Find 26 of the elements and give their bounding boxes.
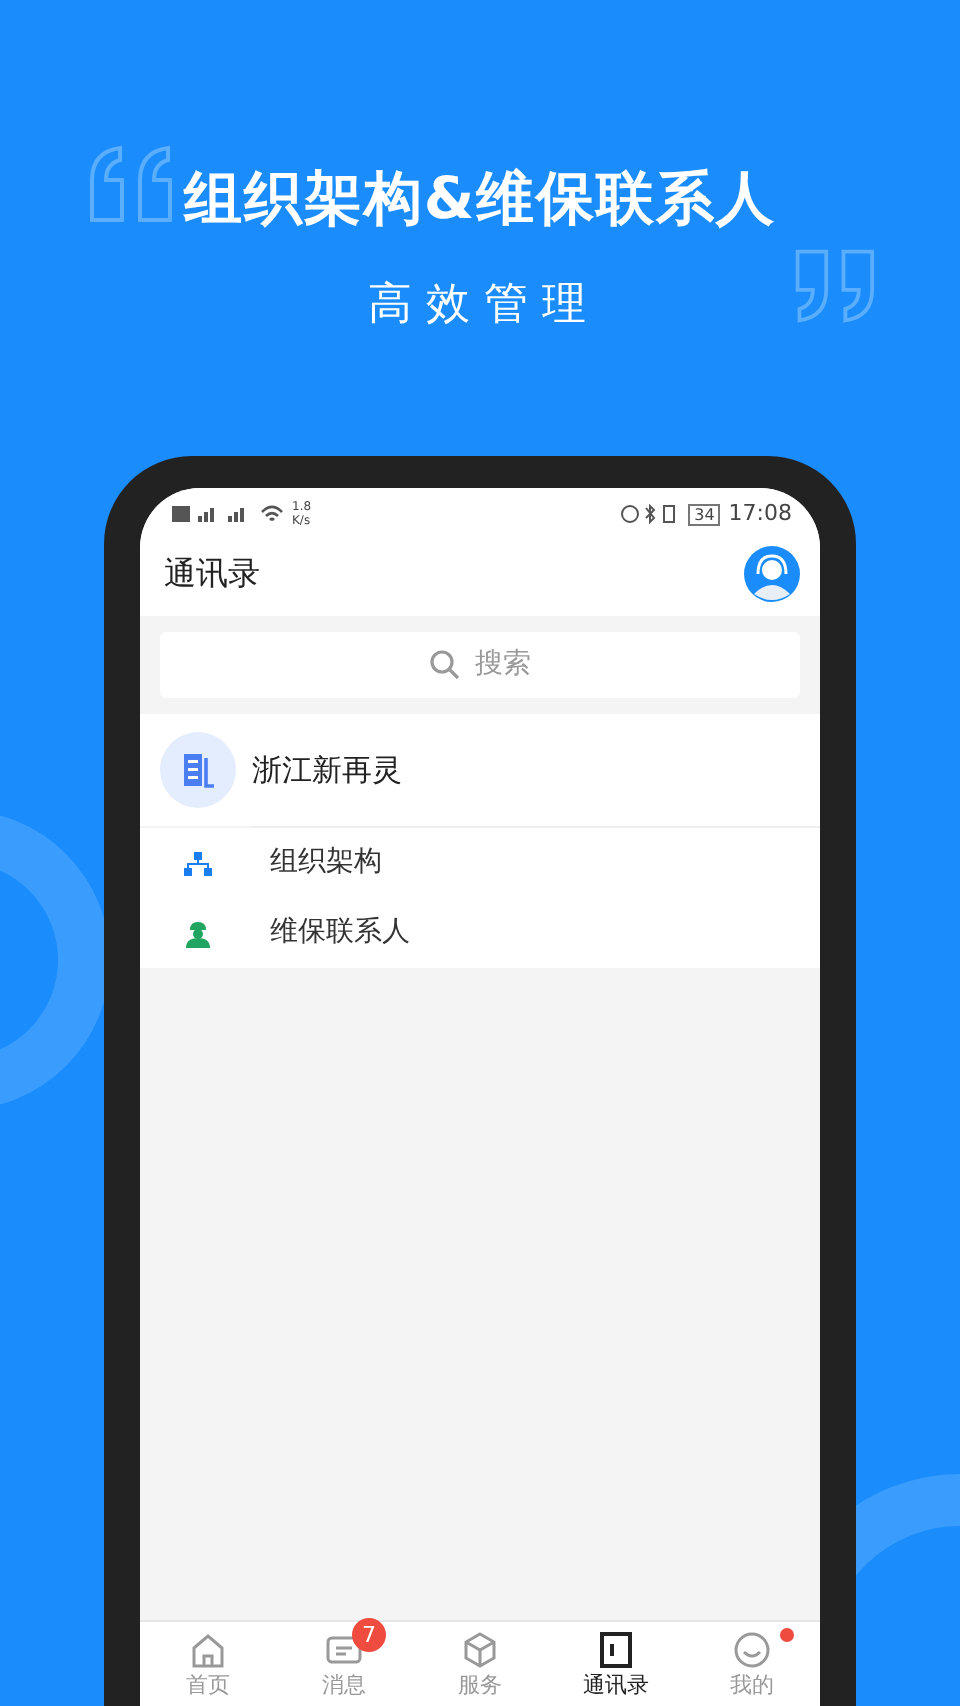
banner-title: 组织架构&维保联系人 <box>183 162 777 236</box>
avatar-icon[interactable] <box>744 546 800 602</box>
tab[interactable]: 消息 7 <box>276 1622 412 1706</box>
search-field[interactable]: 搜索 <box>160 632 800 698</box>
status-icons-drawing <box>620 504 681 524</box>
company-row[interactable]: 浙江新再灵 <box>140 714 820 826</box>
contacts-icon <box>596 1630 636 1671</box>
home-icon <box>188 1630 228 1671</box>
worker-icon <box>184 919 212 947</box>
contact-group-item[interactable]: 组织架构 <box>140 828 820 898</box>
search-icon <box>429 650 459 680</box>
tab[interactable]: 通讯录 <box>548 1622 684 1706</box>
tab[interactable]: 服务 <box>412 1622 548 1706</box>
tab[interactable]: 我的 <box>684 1622 820 1706</box>
box-icon <box>460 1630 500 1671</box>
smiley-icon <box>732 1630 772 1671</box>
battery-level: 34 <box>688 503 721 525</box>
page-title: 通讯录 <box>164 552 260 596</box>
tab[interactable]: 首页 <box>140 1622 276 1706</box>
building-icon <box>160 732 236 808</box>
contact-group-item[interactable]: 维保联系人 <box>140 898 820 968</box>
wifi-icon <box>260 504 284 524</box>
unread-count: 7 <box>352 1618 386 1652</box>
org-chart-icon <box>184 849 212 877</box>
banner-subtitle: 高 效 管 理 <box>368 277 586 333</box>
status-time: 17:08 <box>728 497 792 530</box>
